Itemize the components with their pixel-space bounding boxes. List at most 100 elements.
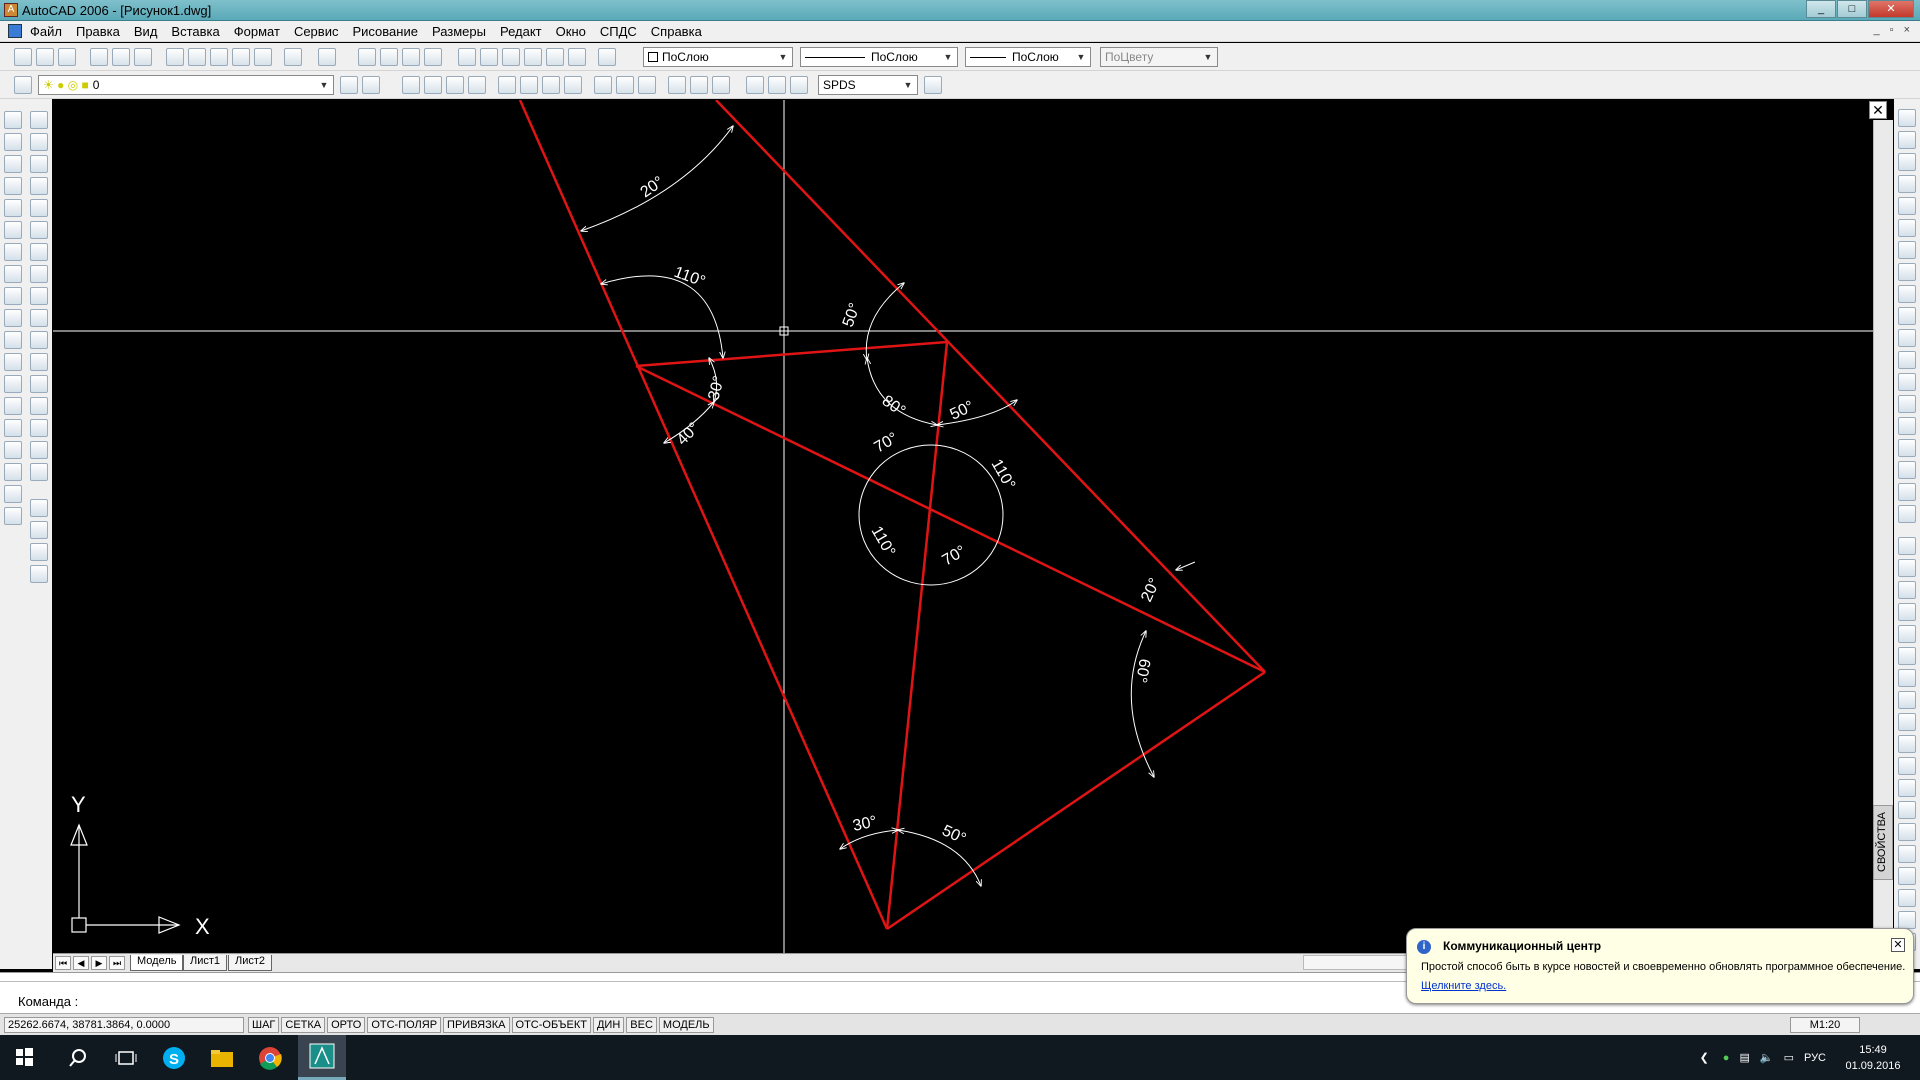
osnap-toggle[interactable]: ПРИВЯЗКА [443, 1017, 510, 1033]
quick-dimension-icon[interactable] [594, 76, 612, 94]
paste-icon[interactable] [210, 48, 228, 66]
trim-icon[interactable] [30, 309, 48, 327]
radius-dimension-icon[interactable] [498, 76, 516, 94]
zoom-realtime-icon[interactable] [380, 48, 398, 66]
linetype-combo[interactable]: ПоСлою ▼ [800, 47, 958, 67]
spds-tool-4-icon[interactable] [1898, 175, 1916, 193]
table-icon[interactable] [4, 485, 22, 503]
copy-icon[interactable] [188, 48, 206, 66]
open-file-icon[interactable] [36, 48, 54, 66]
circle-icon[interactable] [4, 243, 22, 261]
angular-dimension-icon[interactable] [564, 76, 582, 94]
model-toggle[interactable]: МОДЕЛЬ [658, 1017, 714, 1033]
scale-icon[interactable] [30, 265, 48, 283]
language-indicator[interactable]: РУС [1804, 1052, 1826, 1064]
offset-icon[interactable] [30, 177, 48, 195]
spds-tool-30-icon[interactable] [1898, 757, 1916, 775]
gradient-icon[interactable] [4, 441, 22, 459]
rotate-icon[interactable] [30, 243, 48, 261]
tab-sheet1[interactable]: Лист1 [183, 955, 228, 971]
draw-order-icon[interactable] [30, 499, 48, 517]
spds-tool-12-icon[interactable] [1898, 351, 1916, 369]
clock[interactable]: 15:49 01.09.2016 [1838, 1042, 1908, 1074]
markup-icon[interactable] [546, 48, 564, 66]
properties-icon[interactable] [458, 48, 476, 66]
revision-cloud-icon[interactable] [4, 265, 22, 283]
break-icon[interactable] [30, 375, 48, 393]
spds-tool-36-icon[interactable] [1898, 889, 1916, 907]
spds-tool-5-icon[interactable] [1898, 197, 1916, 215]
spds-tool-11-icon[interactable] [1898, 329, 1916, 347]
construction-line-icon[interactable] [4, 133, 22, 151]
spds-tool-18-icon[interactable] [1898, 483, 1916, 501]
dimension-update-icon[interactable] [790, 76, 808, 94]
publish-icon[interactable] [134, 48, 152, 66]
menu-spds[interactable]: СПДС [600, 24, 637, 39]
minimize-button[interactable]: _ [1806, 0, 1836, 18]
tab-sheet2[interactable]: Лист2 [228, 955, 273, 971]
polar-toggle[interactable]: ОТС-ПОЛЯР [367, 1017, 442, 1033]
array-icon[interactable] [30, 199, 48, 217]
color-combo[interactable]: ПоСлою ▼ [643, 47, 793, 67]
plot-icon[interactable] [90, 48, 108, 66]
doc-minimize-button[interactable]: _ [1874, 24, 1880, 36]
continue-dimension-icon[interactable] [638, 76, 656, 94]
redo-icon[interactable] [318, 48, 336, 66]
new-file-icon[interactable] [14, 48, 32, 66]
sheet-set-icon[interactable] [524, 48, 542, 66]
spds-tool-3-icon[interactable] [1898, 153, 1916, 171]
match-properties-icon[interactable] [232, 48, 250, 66]
properties-palette-tab[interactable]: СВОЙСТВА [1873, 805, 1893, 880]
spds-tool-26-icon[interactable] [1898, 669, 1916, 687]
grid-toggle[interactable]: СЕТКА [281, 1017, 326, 1033]
spds-tool-1-icon[interactable] [1898, 109, 1916, 127]
center-mark-icon[interactable] [712, 76, 730, 94]
lineweight-combo[interactable]: ПоСлою ▼ [965, 47, 1091, 67]
baseline-dimension-icon[interactable] [616, 76, 634, 94]
rectangle-icon[interactable] [4, 199, 22, 217]
spds-tool-6-icon[interactable] [1898, 219, 1916, 237]
menu-tools[interactable]: Сервис [294, 24, 339, 39]
copy-object-icon[interactable] [30, 133, 48, 151]
snap-toggle[interactable]: ШАГ [248, 1017, 280, 1033]
spds-tool-13-icon[interactable] [1898, 373, 1916, 391]
pan-icon[interactable] [358, 48, 376, 66]
spds-tool-7-icon[interactable] [1898, 241, 1916, 259]
chamfer-icon[interactable] [30, 419, 48, 437]
spds-tool-16-icon[interactable] [1898, 439, 1916, 457]
volume-icon[interactable]: 🔈 [1760, 1051, 1774, 1064]
start-button[interactable] [0, 1035, 48, 1080]
zoom-previous-icon[interactable] [424, 48, 442, 66]
aligned-dimension-icon[interactable] [424, 76, 442, 94]
layer-previous-icon[interactable] [362, 76, 380, 94]
help-icon[interactable] [598, 48, 616, 66]
polygon-icon[interactable] [4, 177, 22, 195]
tolerance-icon[interactable] [690, 76, 708, 94]
menu-dimension[interactable]: Размеры [432, 24, 486, 39]
break-at-point-icon[interactable] [30, 353, 48, 371]
skype-icon[interactable]: S [150, 1035, 198, 1080]
doc-restore-button[interactable]: ▫ [1890, 24, 1894, 36]
line-icon[interactable] [4, 111, 22, 129]
spds-tool-14-icon[interactable] [1898, 395, 1916, 413]
annotation-scale[interactable]: M1:20 [1790, 1017, 1860, 1033]
drawing-area[interactable]: 20° 110° 50° 30° 40° 80° 50° 70° 110° 11… [53, 100, 1875, 953]
multiline-text-icon[interactable] [4, 507, 22, 525]
spds-tool-20-icon[interactable] [1898, 537, 1916, 555]
tool-palettes-icon[interactable] [502, 48, 520, 66]
calculator-icon[interactable] [568, 48, 586, 66]
doc-close-button[interactable]: × [1904, 24, 1910, 36]
spds-tool-24-icon[interactable] [1898, 625, 1916, 643]
search-icon[interactable] [54, 1035, 102, 1080]
ordinate-dimension-icon[interactable] [468, 76, 486, 94]
menu-view[interactable]: Вид [134, 24, 158, 39]
tab-model[interactable]: Модель [130, 955, 184, 971]
save-icon[interactable] [58, 48, 76, 66]
hatch-icon[interactable] [4, 419, 22, 437]
region-icon[interactable] [4, 463, 22, 481]
menu-modify[interactable]: Редакт [500, 24, 542, 39]
spds-tool-37-icon[interactable] [1898, 911, 1916, 929]
spds-tool-15-icon[interactable] [1898, 417, 1916, 435]
first-tab-button[interactable]: ⏮ [55, 956, 71, 970]
bring-to-front-icon[interactable] [30, 521, 48, 539]
